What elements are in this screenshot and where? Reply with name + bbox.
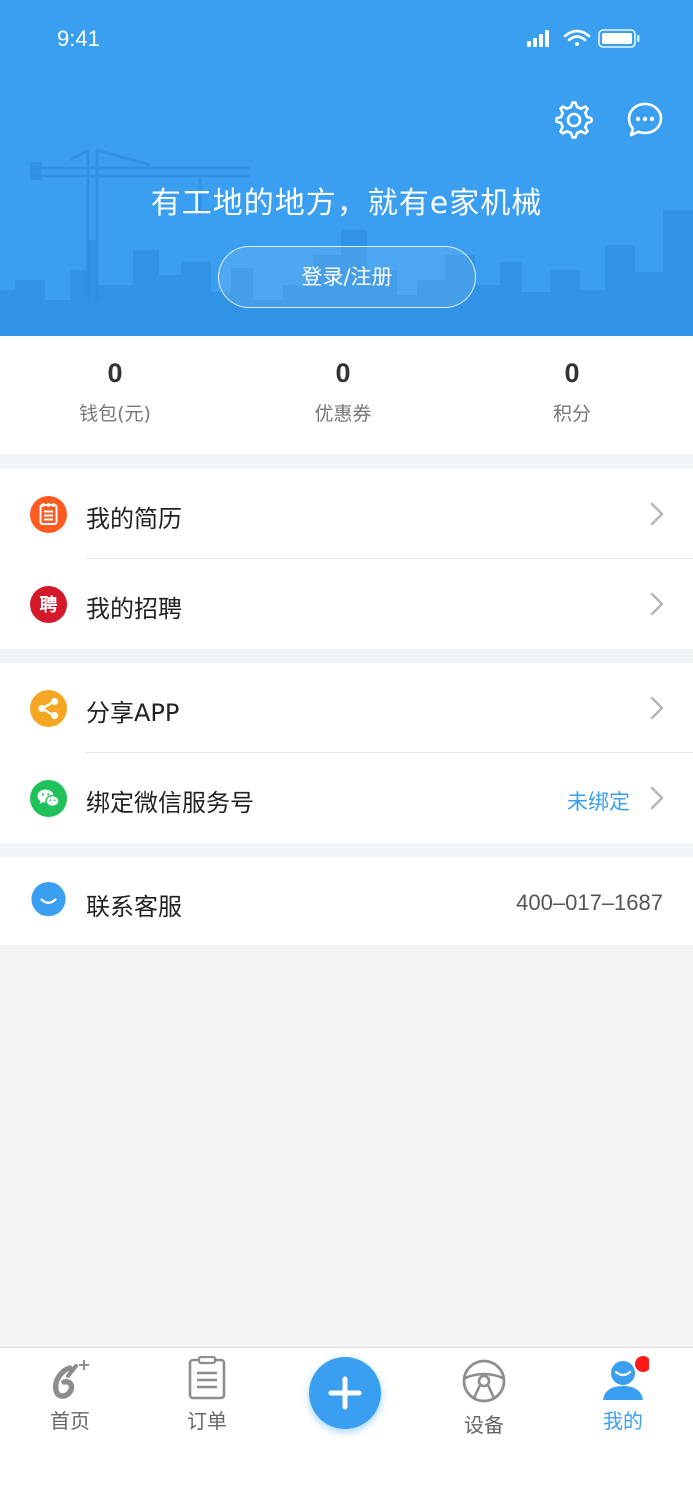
chevron-right-icon <box>650 696 664 720</box>
chat-bubble-icon[interactable] <box>625 100 665 140</box>
wifi-icon <box>563 29 591 46</box>
login-register-button[interactable]: 登录/注册 <box>218 246 476 308</box>
status-bar: 9:41 <box>0 22 693 58</box>
stat-points-label: 积分 <box>552 403 591 425</box>
menu-group-social: 分享APP 绑定微信服务号 未绑定 <box>0 663 693 843</box>
tab-mine[interactable]: 我的 <box>563 1348 683 1448</box>
battery-icon <box>598 29 640 48</box>
tab-mine-label: 我的 <box>603 1409 643 1433</box>
recruit-icon: 聘 <box>30 586 67 623</box>
profile-header: 9:41 有工地的地方，就有e家机械 登录/注册 <box>0 0 693 336</box>
wechat-bind-status: 未绑定 <box>567 790 630 814</box>
menu-item-bind-wechat-label: 绑定微信服务号 <box>86 789 254 817</box>
stat-wallet-label: 钱包(元) <box>79 403 151 425</box>
tab-equipment-label: 设备 <box>464 1413 504 1437</box>
user-avatar-icon <box>603 1356 649 1400</box>
add-button[interactable] <box>309 1357 381 1429</box>
account-stats: 0 钱包(元) 0 优惠券 0 积分 <box>0 336 693 454</box>
stat-points-value: 0 <box>564 358 580 388</box>
recruit-icon-glyph: 聘 <box>40 594 58 616</box>
chevron-right-icon <box>650 592 664 616</box>
slogan-text: 有工地的地方，就有e家机械 <box>150 186 543 221</box>
menu-item-share-app[interactable]: 分享APP <box>0 663 693 753</box>
menu-item-resume-label: 我的简历 <box>86 505 182 533</box>
plus-icon <box>328 1376 362 1410</box>
status-time: 9:41 <box>57 26 100 51</box>
menu-group-service: 联系客服 400–017–1687 <box>0 857 693 945</box>
menu-item-share-app-label: 分享APP <box>86 699 180 727</box>
stat-coupons-label: 优惠券 <box>314 403 372 425</box>
tab-orders-label: 订单 <box>187 1409 227 1433</box>
stat-wallet[interactable]: 0 钱包(元) <box>15 358 215 426</box>
stat-points[interactable]: 0 积分 <box>472 358 672 426</box>
menu-item-recruit-label: 我的招聘 <box>86 595 182 623</box>
chevron-right-icon <box>650 502 664 526</box>
share-icon <box>30 690 67 727</box>
status-icons <box>527 29 640 48</box>
resume-icon <box>30 496 67 533</box>
tab-orders[interactable]: 订单 <box>147 1348 267 1448</box>
steering-wheel-icon <box>462 1359 506 1403</box>
tab-home-label: 首页 <box>50 1409 90 1433</box>
customer-service-icon <box>31 882 66 917</box>
service-phone-number[interactable]: 400–017–1687 <box>516 890 663 916</box>
chevron-right-icon <box>650 786 664 810</box>
stat-coupons[interactable]: 0 优惠券 <box>243 358 443 426</box>
wechat-icon <box>30 780 67 817</box>
home-logo-icon <box>52 1360 89 1399</box>
menu-item-customer-service-label: 联系客服 <box>86 893 182 921</box>
menu-group-jobs: 我的简历 聘 我的招聘 <box>0 469 693 649</box>
bottom-tab-bar: 首页 订单 设备 我的 <box>0 1347 693 1501</box>
menu-item-recruit[interactable]: 聘 我的招聘 <box>0 559 693 649</box>
tab-equipment[interactable]: 设备 <box>424 1348 544 1448</box>
orders-icon <box>188 1356 226 1400</box>
cellular-signal-icon <box>527 30 549 47</box>
menu-item-bind-wechat[interactable]: 绑定微信服务号 未绑定 <box>0 753 693 843</box>
menu-item-resume[interactable]: 我的简历 <box>0 469 693 559</box>
stat-coupons-value: 0 <box>335 358 351 388</box>
stat-wallet-value: 0 <box>107 358 123 388</box>
tab-home[interactable]: 首页 <box>10 1348 130 1448</box>
notification-badge <box>635 1356 649 1372</box>
menu-item-customer-service[interactable]: 联系客服 400–017–1687 <box>0 857 693 945</box>
gear-icon[interactable] <box>554 100 594 140</box>
